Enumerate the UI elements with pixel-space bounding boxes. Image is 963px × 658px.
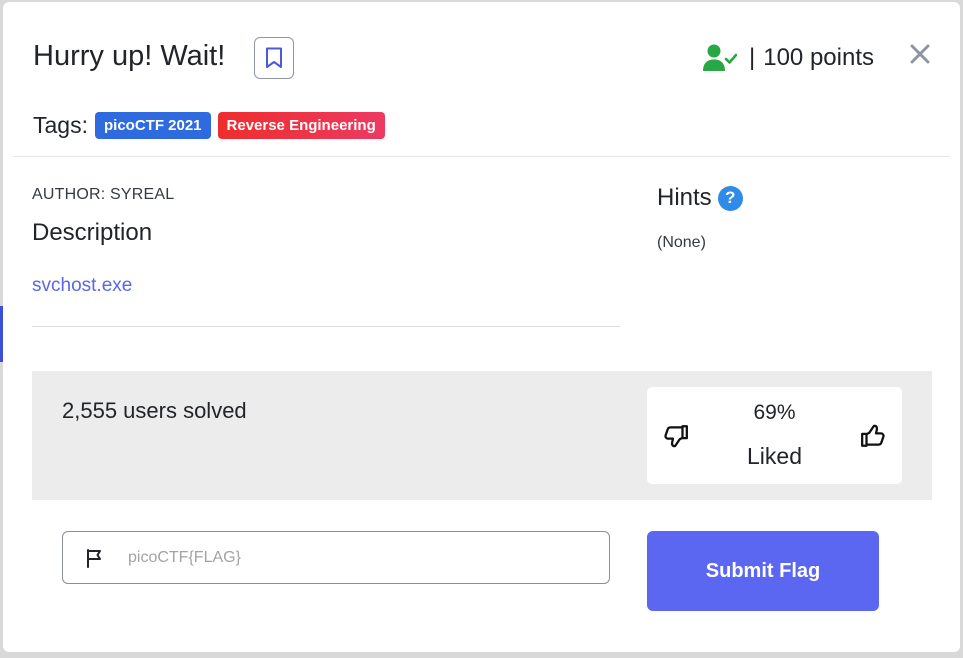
- tags-label: Tags:: [33, 111, 88, 138]
- hints-heading-row: Hints ?: [657, 182, 743, 214]
- hints-value: (None): [657, 234, 706, 251]
- stats-panel: 2,555 users solved 69% Liked: [32, 371, 932, 500]
- hints-heading: Hints: [657, 184, 712, 211]
- close-icon: [910, 44, 930, 64]
- close-button[interactable]: [906, 40, 934, 68]
- solved-count: 2,555 users solved: [62, 398, 247, 423]
- flag-input-field[interactable]: [62, 531, 610, 584]
- flag-input[interactable]: [126, 547, 550, 568]
- submit-flag-button[interactable]: Submit Flag: [647, 531, 879, 611]
- submit-flag-label: Submit Flag: [705, 559, 821, 582]
- points-label: 100 points: [763, 44, 874, 71]
- description-divider: [32, 326, 620, 327]
- challenge-title: Hurry up! Wait!: [33, 40, 226, 72]
- thumbs-up-icon[interactable]: [860, 423, 886, 449]
- liked-percent: 69%: [753, 401, 796, 424]
- flag-icon: [85, 547, 107, 569]
- like-card: 69% Liked: [647, 387, 902, 484]
- user-check-icon: [703, 44, 737, 71]
- description-heading: Description: [32, 219, 153, 246]
- challenge-modal: Hurry up! Wait! | 100 points Tags: picoC…: [3, 2, 960, 652]
- solved-status: | 100 points: [703, 42, 874, 74]
- bookmark-icon: [266, 47, 282, 68]
- author-label: AUTHOR: SYREAL: [32, 186, 175, 203]
- tags-row: Tags: picoCTF 2021 Reverse Engineering: [33, 109, 392, 141]
- points-separator: |: [749, 44, 756, 71]
- download-file-link[interactable]: svchost.exe: [32, 275, 132, 297]
- tag-picoctf-2021[interactable]: picoCTF 2021: [94, 111, 211, 139]
- header-divider: [13, 156, 950, 157]
- tag-reverse-engineering[interactable]: Reverse Engineering: [217, 111, 385, 139]
- bookmark-button[interactable]: [254, 37, 294, 79]
- question-circle-icon[interactable]: ?: [717, 185, 743, 211]
